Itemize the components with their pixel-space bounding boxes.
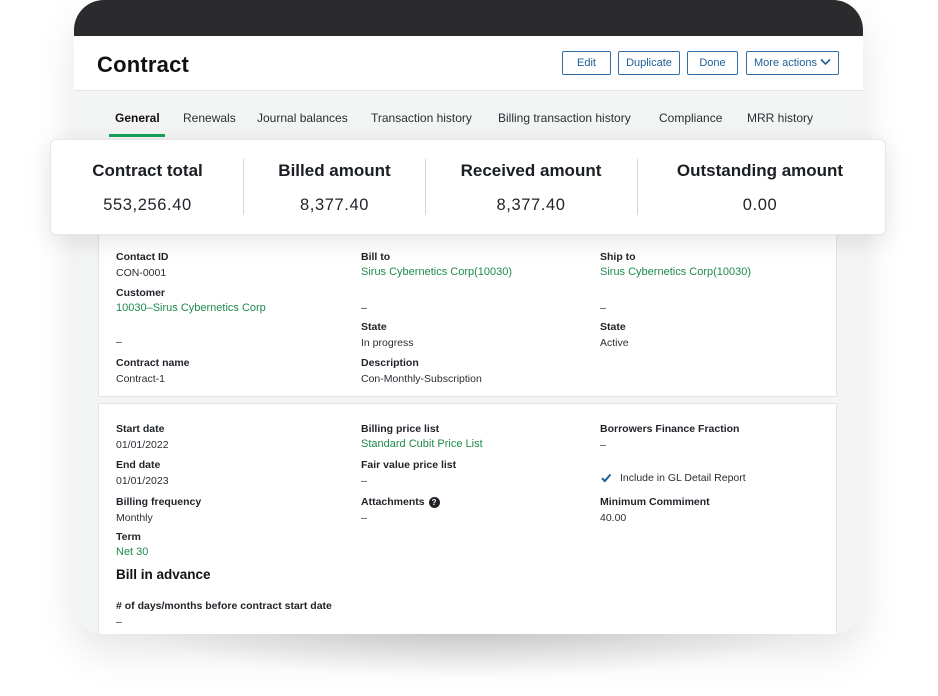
amount-summary-card: Contract total 553,256.40 Billed amount … bbox=[50, 139, 886, 235]
fair-value-label: Fair value price list bbox=[361, 459, 457, 471]
more-actions-label: More actions bbox=[754, 57, 817, 69]
borrowers-finance-value: – bbox=[600, 439, 606, 451]
description-value: Con-Monthly-Subscription bbox=[361, 373, 482, 385]
ship-to-extra-value: – bbox=[600, 302, 606, 314]
more-actions-button[interactable]: More actions bbox=[746, 51, 839, 75]
summary-billed-amount: Billed amount 8,377.40 bbox=[244, 140, 425, 234]
contract-details-card: Contact ID CON-0001 Customer 10030–Sirus… bbox=[98, 233, 837, 397]
summary-label: Outstanding amount bbox=[676, 161, 844, 180]
billing-price-list-link[interactable]: Standard Cubit Price List bbox=[361, 438, 483, 450]
tab-transaction-history[interactable]: Transaction history bbox=[371, 111, 472, 125]
summary-value: 553,256.40 bbox=[103, 196, 192, 214]
contact-id-value: CON-0001 bbox=[116, 267, 167, 279]
bill-state-value: In progress bbox=[361, 337, 414, 349]
tab-compliance[interactable]: Compliance bbox=[659, 111, 722, 125]
term-label: Term bbox=[116, 531, 141, 543]
app-window: Contract Edit Duplicate Done More action… bbox=[74, 0, 863, 634]
summary-label: Billed amount bbox=[278, 161, 391, 180]
billing-frequency-label: Billing frequency bbox=[116, 496, 202, 508]
tab-billing-transaction-history[interactable]: Billing transaction history bbox=[498, 111, 631, 125]
customer-label: Customer bbox=[116, 287, 166, 299]
start-date-value: 01/01/2022 bbox=[116, 439, 169, 451]
summary-label: Received amount bbox=[460, 161, 602, 180]
summary-value: 0.00 bbox=[742, 196, 778, 214]
end-date-label: End date bbox=[116, 459, 161, 471]
summary-outstanding-amount: Outstanding amount 0.00 bbox=[637, 140, 883, 234]
end-date-value: 01/01/2023 bbox=[116, 475, 169, 487]
minimum-commitment-value: 40.00 bbox=[600, 512, 627, 524]
summary-received-amount: Received amount 8,377.40 bbox=[425, 140, 637, 234]
tab-mrr-history[interactable]: MRR history bbox=[747, 111, 813, 125]
attachments-value: – bbox=[361, 512, 367, 524]
days-before-value: – bbox=[116, 616, 122, 628]
tab-general[interactable]: General bbox=[115, 111, 160, 125]
gl-report-label: Include in GL Detail Report bbox=[620, 472, 746, 484]
bill-in-advance-title: Bill in advance bbox=[116, 567, 211, 582]
start-date-label: Start date bbox=[116, 423, 165, 435]
summary-label: Contract total bbox=[92, 161, 203, 180]
bill-to-link[interactable]: Sirus Cybernetics Corp(10030) bbox=[361, 266, 512, 278]
days-before-label: # of days/months before contract start d… bbox=[116, 600, 332, 612]
summary-value: 8,377.40 bbox=[299, 196, 370, 214]
bill-to-label: Bill to bbox=[361, 251, 391, 263]
summary-contract-total: Contract total 553,256.40 bbox=[51, 140, 244, 234]
bill-to-extra-value: – bbox=[361, 302, 367, 314]
billing-frequency-value: Monthly bbox=[116, 512, 153, 524]
ship-to-link[interactable]: Sirus Cybernetics Corp(10030) bbox=[600, 266, 751, 278]
page-header: Contract Edit Duplicate Done More action… bbox=[74, 36, 863, 91]
chevron-down-icon bbox=[820, 52, 831, 74]
ship-state-value: Active bbox=[600, 337, 629, 349]
term-link[interactable]: Net 30 bbox=[116, 546, 148, 558]
description-label: Description bbox=[361, 357, 419, 369]
borrowers-finance-label: Borrowers Finance Fraction bbox=[600, 423, 740, 435]
gl-report-checkbox[interactable] bbox=[600, 472, 612, 484]
contact-id-label: Contact ID bbox=[116, 251, 169, 263]
customer-extra-value: – bbox=[116, 336, 122, 348]
fair-value-value: – bbox=[361, 475, 367, 487]
ship-state-label: State bbox=[600, 321, 626, 333]
window-top-bar bbox=[74, 0, 863, 36]
billing-price-list-label: Billing price list bbox=[361, 423, 440, 435]
ship-to-label: Ship to bbox=[600, 251, 636, 263]
tab-renewals[interactable]: Renewals bbox=[183, 111, 236, 125]
tab-bar: General Renewals Journal balances Transa… bbox=[74, 91, 863, 141]
edit-button[interactable]: Edit bbox=[562, 51, 611, 75]
tab-journal-balances[interactable]: Journal balances bbox=[257, 111, 348, 125]
summary-value: 8,377.40 bbox=[496, 196, 566, 214]
attachments-label-text: Attachments bbox=[361, 496, 425, 508]
bill-state-label: State bbox=[361, 321, 387, 333]
duplicate-button[interactable]: Duplicate bbox=[618, 51, 680, 75]
contract-terms-card: Start date 01/01/2022 End date 01/01/202… bbox=[98, 403, 837, 634]
page-title: Contract bbox=[97, 52, 190, 77]
attachments-label: Attachments? bbox=[361, 496, 440, 508]
active-tab-indicator bbox=[109, 134, 165, 137]
minimum-commitment-label: Minimum Commiment bbox=[600, 496, 710, 508]
contract-name-label: Contract name bbox=[116, 357, 190, 369]
help-icon[interactable]: ? bbox=[428, 497, 440, 508]
customer-link[interactable]: 10030–Sirus Cybernetics Corp bbox=[116, 302, 266, 314]
done-button[interactable]: Done bbox=[687, 51, 738, 75]
contract-name-value: Contract-1 bbox=[116, 373, 166, 385]
